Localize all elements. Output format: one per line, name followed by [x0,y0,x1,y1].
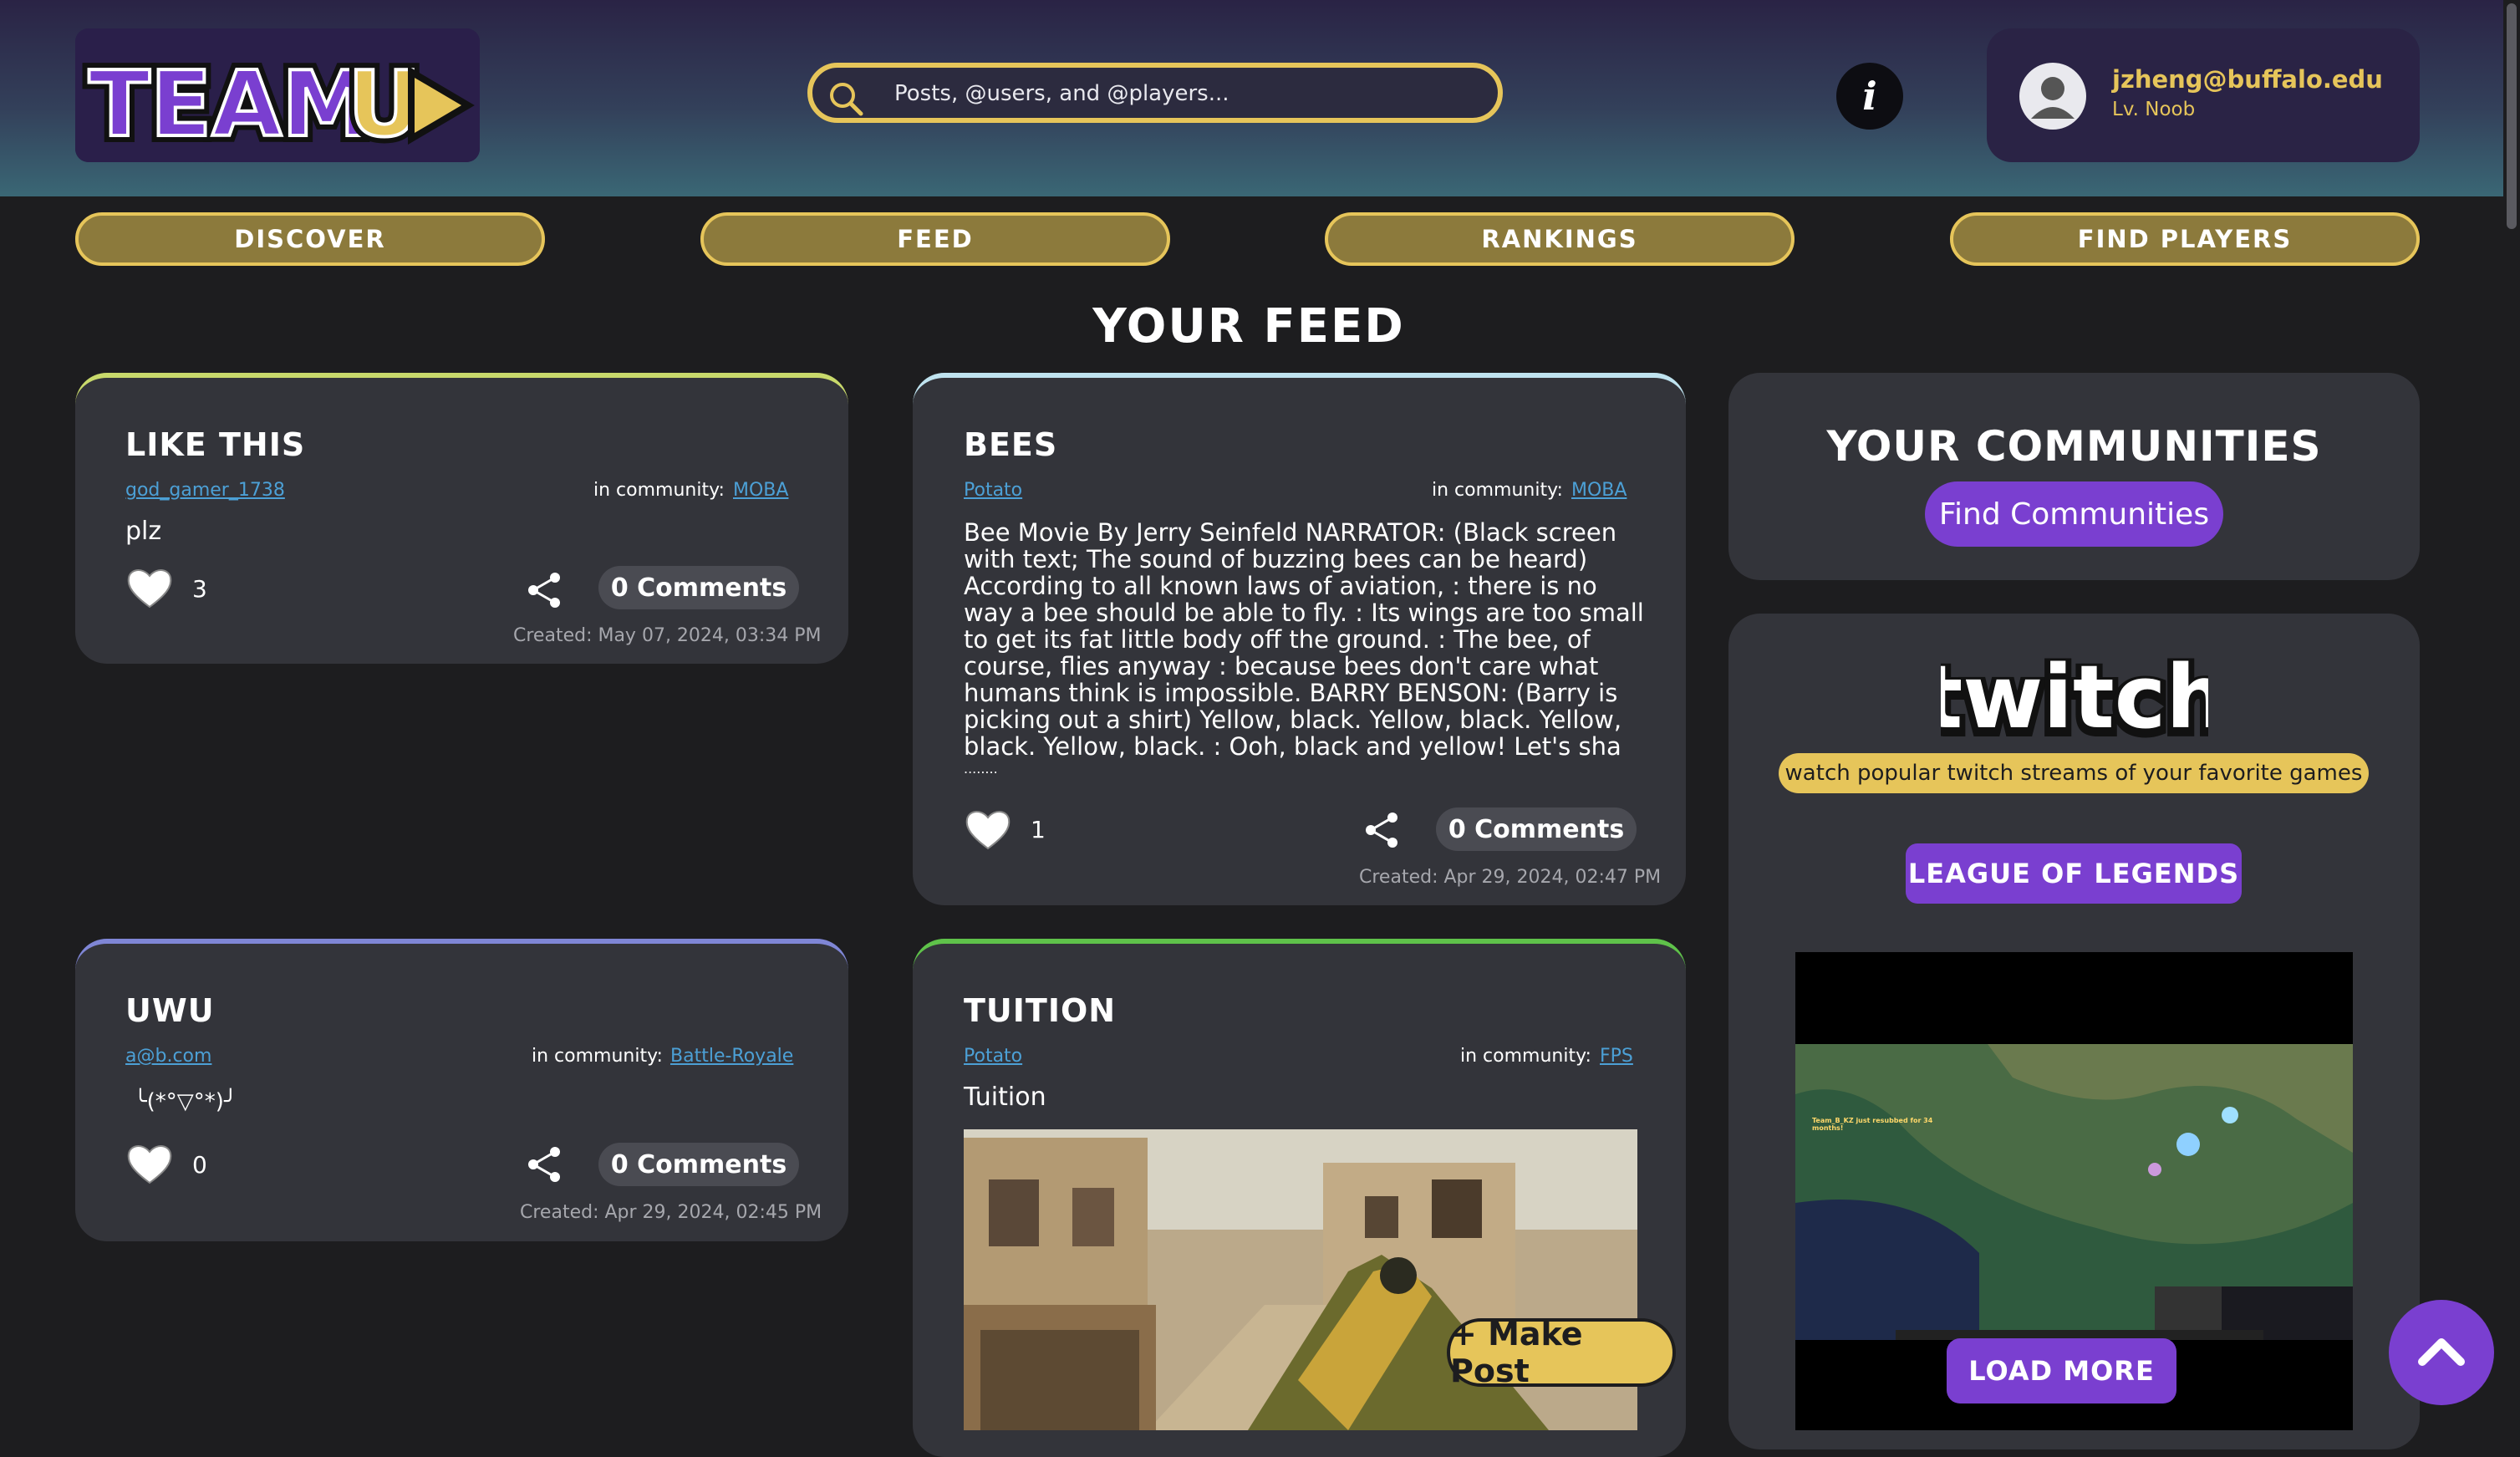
user-level: Lv. Noob [2112,99,2196,120]
post-body-line: black. Yellow, black. : Ooh, black and y… [964,732,1621,761]
post-body: Bee Movie By Jerry Seinfeld NARRATOR: (B… [964,519,1644,778]
post-created-time: Created: Apr 29, 2024, 02:45 PM [520,1202,822,1223]
post-body: plz [125,517,162,546]
post-author-link[interactable]: Potato [964,480,1022,501]
community-label: in community: [532,1046,663,1067]
comments-button[interactable]: 0 Comments [598,1143,799,1186]
comments-button[interactable]: 0 Comments [598,566,799,609]
community-link[interactable]: FPS [1600,1046,1633,1067]
post-created-time: Created: May 07, 2024, 03:34 PM [513,625,822,646]
like-count: 3 [192,575,207,603]
make-post-button[interactable]: + Make Post [1447,1316,1676,1389]
info-button[interactable]: i [1836,63,1903,130]
post-body: Tuition [964,1083,1046,1112]
post-author-link[interactable]: a@b.com [125,1046,211,1067]
like-count: 1 [1031,816,1046,843]
twitch-logo: twitch twitch [1941,652,2208,752]
post-title[interactable]: BEES [964,426,1057,463]
nav-feed[interactable]: FEED [700,212,1170,266]
heart-icon[interactable] [125,565,174,610]
post-created-time: Created: Apr 29, 2024, 02:47 PM [1359,867,1662,888]
heart-icon[interactable] [125,1141,174,1186]
svg-text:TEAM: TEAM [89,53,372,157]
communities-title: YOUR COMMUNITIES [1826,422,2322,471]
share-icon[interactable] [523,569,565,611]
share-icon[interactable] [523,1144,565,1185]
svg-text:i: i [1862,74,1876,119]
communities-panel [1728,373,2420,580]
search-input[interactable]: Posts, @users, and @players... [894,81,1229,106]
nav-find-players[interactable]: FIND PLAYERS [1950,212,2420,266]
community-link[interactable]: MOBA [1571,480,1627,501]
stream-notice: Team_B_KZ just resubbed for 34 months! [1812,1117,1933,1132]
nav-discover[interactable]: DISCOVER [75,212,545,266]
search-icon [830,83,863,116]
post-title[interactable]: TUITION [964,992,1116,1029]
post-title[interactable]: UWU [125,992,215,1029]
scroll-to-top-button[interactable] [2389,1300,2494,1405]
game-filter-button[interactable]: LEAGUE OF LEGENDS [1906,843,2242,904]
chevron-up-icon [2418,1338,2465,1366]
page-title: YOUR FEED [1092,299,1405,354]
community-label: in community: [1432,480,1563,501]
twitch-logo-text: twitch [1941,652,2208,748]
post-body-line: According to all known laws of aviation,… [964,572,1597,600]
load-more-button[interactable]: LOAD MORE [1947,1338,2176,1404]
post-body-line: Bee Movie By Jerry Seinfeld NARRATOR: (B… [964,518,1617,547]
like-count: 0 [192,1151,207,1179]
comments-button[interactable]: 0 Comments [1436,807,1637,851]
teamup-logo[interactable]: TEAM TEAM U U [75,28,480,162]
user-avatar-icon[interactable] [2019,62,2087,130]
post-body-line: course, flies anyway : because bees don'… [964,652,1599,680]
heart-icon[interactable] [964,807,1012,852]
scrollbar-thumb[interactable] [2507,3,2517,229]
post-card[interactable] [75,373,848,664]
post-title[interactable]: LIKE THIS [125,426,305,463]
post-body-line: humans think is impossible. BARRY BENSON… [964,679,1618,707]
post-body-line: picking out a shirt) Yellow, black. Yell… [964,706,1622,734]
post-author-link[interactable]: god_gamer_1738 [125,480,285,501]
nav-rankings[interactable]: RANKINGS [1325,212,1795,266]
teamup-logo-art: TEAM TEAM U U [75,28,480,162]
share-icon[interactable] [1361,809,1403,851]
community-link[interactable]: Battle-Royale [670,1046,793,1067]
community-link[interactable]: MOBA [733,480,788,501]
find-communities-button[interactable]: Find Communities [1925,481,2223,547]
post-body-line: ........ [964,761,998,777]
user-email[interactable]: jzheng@buffalo.edu [2112,65,2383,94]
community-label: in community: [593,480,725,501]
post-body-line: with text; The sound of buzzing bees can… [964,545,1588,573]
post-body-line: way a bee should be able to fly. : Its w… [964,599,1644,627]
info-icon: i [1862,74,1876,119]
post-author-link[interactable]: Potato [964,1046,1022,1067]
post-body: ╰(*°▽°*)╯ [134,1089,237,1114]
twitch-tagline: watch popular twitch streams of your fav… [1779,753,2369,793]
post-body-line: to get its fat little body off the groun… [964,625,1591,654]
community-label: in community: [1460,1046,1591,1067]
